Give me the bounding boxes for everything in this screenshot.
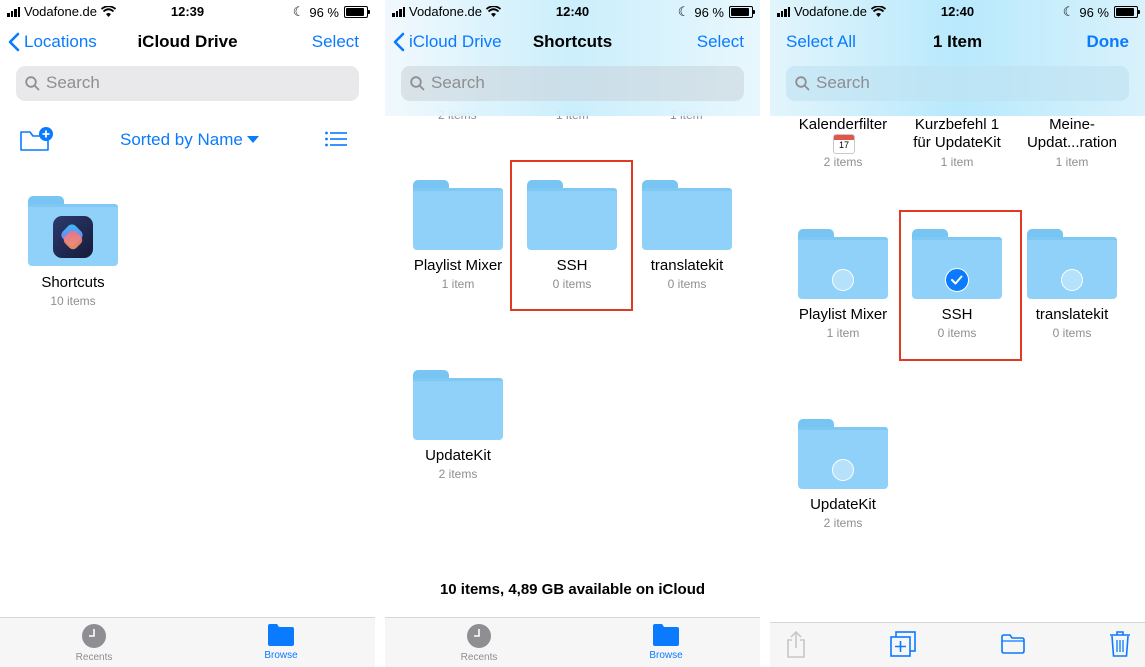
tab-recents[interactable]: Recents [49,623,139,663]
highlight-box [510,160,633,311]
select-circle[interactable] [832,269,854,291]
new-folder-icon[interactable] [20,126,54,152]
duplicate-icon[interactable] [890,631,916,657]
item-name: Kurzbefehl 1 für UpdateKit [913,116,1001,151]
tab-label: Recents [460,652,498,663]
item-name: Meine- Updat...ration [1026,116,1118,151]
search-placeholder: Search [816,73,870,92]
select-circle[interactable] [1061,269,1083,291]
moon-icon: ☾ [677,4,690,19]
folder-count: 1 item [826,326,860,340]
folder-count: 0 items [667,277,707,291]
folder-name: UpdateKit [810,496,876,513]
search-field[interactable]: Search [16,66,359,101]
sort-label: Sorted by Name [120,130,243,149]
tab-label: Recents [75,652,113,663]
search-icon [410,76,425,91]
tab-browse[interactable]: Browse [236,623,326,661]
navigation-bar: iCloud Drive Shortcuts Select [385,28,760,58]
caret-down-icon [246,136,259,143]
navigation-bar: Locations iCloud Drive Select [0,28,375,58]
folder-name: translatekit [650,257,724,274]
clock-icon [467,624,491,648]
item-count: 1 item [1055,155,1089,169]
calendar-day: 17 [838,140,849,150]
folder-count: 2 items [823,516,863,530]
select-button[interactable]: Select [312,32,359,52]
battery-icon [729,6,755,18]
folder-playlist-mixer[interactable] [413,180,503,250]
calendar-icon: 17 [833,134,855,154]
tab-browse[interactable]: Browse [621,623,711,661]
item-count: 2 items [823,155,863,169]
done-button[interactable]: Done [1087,32,1130,52]
folder-icon [653,624,679,646]
item-name: Kalenderfilter [798,116,888,133]
search-field[interactable]: Search [401,66,744,101]
battery-icon [344,6,370,18]
item-count: 1 item [940,155,974,169]
battery-percent: 96 % [309,4,339,20]
select-button[interactable]: Select [697,32,744,52]
trash-icon[interactable] [1109,630,1131,658]
folder-name: Playlist Mixer [798,306,888,323]
status-bar: Vodafone.de 12:39 ☾ 96 % [0,0,375,22]
folder-count: 0 items [1052,326,1092,340]
folder-shortcuts[interactable] [28,196,118,266]
status-bar: Vodafone.de 12:40 ☾ 96 % [770,0,1145,22]
folder-translatekit[interactable] [642,180,732,250]
folder-name: translatekit [1035,306,1109,323]
folder-name: UpdateKit [425,447,491,464]
sort-button[interactable]: Sorted by Name [120,130,259,150]
tab-recents[interactable]: Recents [434,623,524,663]
list-view-icon[interactable] [325,131,347,147]
highlight-box [899,210,1022,361]
tab-bar: Recents Browse [0,617,375,667]
move-folder-icon[interactable] [1001,634,1025,654]
folder-playlist-mixer[interactable] [798,229,888,299]
moon-icon: ☾ [1062,4,1075,19]
selection-toolbar [770,622,1145,667]
battery-percent: 96 % [1079,4,1109,20]
tab-label: Browse [649,650,683,661]
folder-name: Playlist Mixer [413,257,503,274]
clock-icon [82,624,106,648]
storage-footer: 10 items, 4,89 GB available on iCloud [439,581,706,598]
screen-selection-mode: Vodafone.de 12:40 ☾ 96 % Select All 1 It… [770,0,1145,667]
battery-percent: 96 % [694,4,724,20]
tab-label: Browse [264,650,298,661]
screen-shortcuts-folder: 2 items 1 item 1 item Vodafone.de 12:40 … [385,0,760,667]
share-icon[interactable] [785,631,807,659]
shortcuts-app-icon [53,216,93,258]
select-circle[interactable] [832,459,854,481]
folder-count: 2 items [438,467,478,481]
moon-icon: ☾ [292,4,305,19]
folder-translatekit[interactable] [1027,229,1117,299]
folder-updatekit[interactable] [413,370,503,440]
folder-name: Shortcuts [41,274,105,291]
status-bar: Vodafone.de 12:40 ☾ 96 % [385,0,760,22]
search-placeholder: Search [431,73,485,92]
folder-count: 1 item [441,277,475,291]
screen-icloud-drive: Vodafone.de 12:39 ☾ 96 % Locations iClou… [0,0,375,667]
navigation-bar: Select All 1 Item Done [770,28,1145,58]
battery-icon [1114,6,1140,18]
tab-bar: Recents Browse [385,617,760,667]
search-field[interactable]: Search [786,66,1129,101]
search-icon [795,76,810,91]
folder-count: 10 items [50,294,96,308]
folder-icon [268,624,294,646]
search-icon [25,76,40,91]
search-placeholder: Search [46,73,100,92]
folder-updatekit[interactable] [798,419,888,489]
